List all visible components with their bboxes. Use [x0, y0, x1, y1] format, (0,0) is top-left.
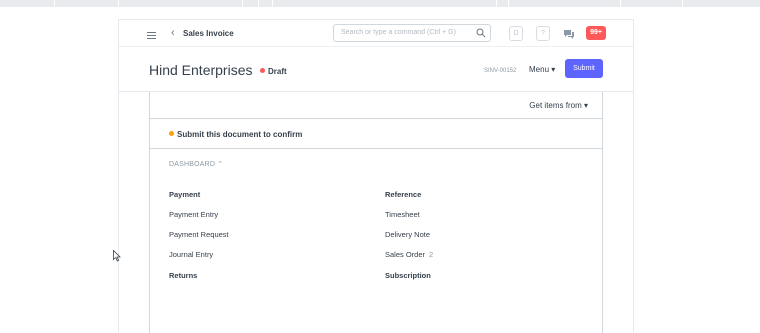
browser-top-strip: [0, 0, 760, 7]
count-badge: 2: [429, 250, 434, 259]
dashboard-column-reference: Reference Timesheet Delivery Note Sales …: [385, 190, 433, 291]
link-payment-request[interactable]: Payment Request: [169, 230, 229, 250]
page-title: Hind Enterprises: [149, 62, 253, 78]
get-items-dropdown[interactable]: Get items from ▾: [529, 101, 588, 110]
search-icon: [476, 28, 486, 38]
breadcrumb[interactable]: Sales Invoice: [183, 29, 234, 38]
dashboard-toggle[interactable]: DASHBOARD ⌃: [169, 160, 223, 168]
help-icon[interactable]: ?: [536, 26, 550, 41]
link-label: Sales Order: [385, 250, 426, 259]
app-frame: ‹ Sales Invoice Search or type a command…: [118, 19, 634, 333]
warning-dot-icon: [169, 131, 174, 136]
document-id: SINV-00152: [484, 68, 517, 74]
column-heading: Reference: [385, 190, 422, 199]
submit-button[interactable]: Submit: [565, 59, 603, 78]
mouse-cursor-icon: [113, 250, 121, 262]
user-avatar-icon[interactable]: D: [509, 26, 523, 41]
dashboard-column-payment: Payment Payment Entry Payment Request Jo…: [169, 190, 229, 291]
column-heading: Subscription: [385, 271, 431, 280]
navbar: ‹ Sales Invoice Search or type a command…: [119, 20, 633, 47]
search-placeholder: Search or type a command (Ctrl + G): [341, 29, 456, 36]
column-heading: Payment: [169, 190, 201, 199]
hamburger-menu-icon[interactable]: [147, 32, 156, 39]
column-heading: Returns: [169, 271, 198, 280]
status-dot-icon: [260, 68, 265, 73]
back-chevron-icon[interactable]: ‹: [171, 27, 175, 39]
alert-text: Submit this document to confirm: [177, 130, 303, 139]
status-badge: Draft: [260, 67, 287, 76]
submit-alert: Submit this document to confirm: [169, 130, 302, 139]
alert-section: Submit this document to confirm: [150, 118, 602, 149]
link-payment-entry[interactable]: Payment Entry: [169, 210, 229, 230]
search-input[interactable]: Search or type a command (Ctrl + G): [333, 24, 491, 42]
link-timesheet[interactable]: Timesheet: [385, 210, 433, 230]
link-delivery-note[interactable]: Delivery Note: [385, 230, 433, 250]
link-journal-entry[interactable]: Journal Entry: [169, 250, 229, 270]
status-label: Draft: [268, 67, 287, 76]
page-header: Hind Enterprises Draft SINV-00152 Menu ▾…: [119, 47, 633, 92]
link-sales-order[interactable]: Sales Order 2: [385, 250, 433, 270]
chat-icon[interactable]: [563, 29, 575, 39]
notification-badge[interactable]: 99+: [586, 26, 606, 40]
form-body: Get items from ▾ Submit this document to…: [149, 92, 603, 333]
menu-dropdown[interactable]: Menu ▾: [529, 65, 555, 74]
